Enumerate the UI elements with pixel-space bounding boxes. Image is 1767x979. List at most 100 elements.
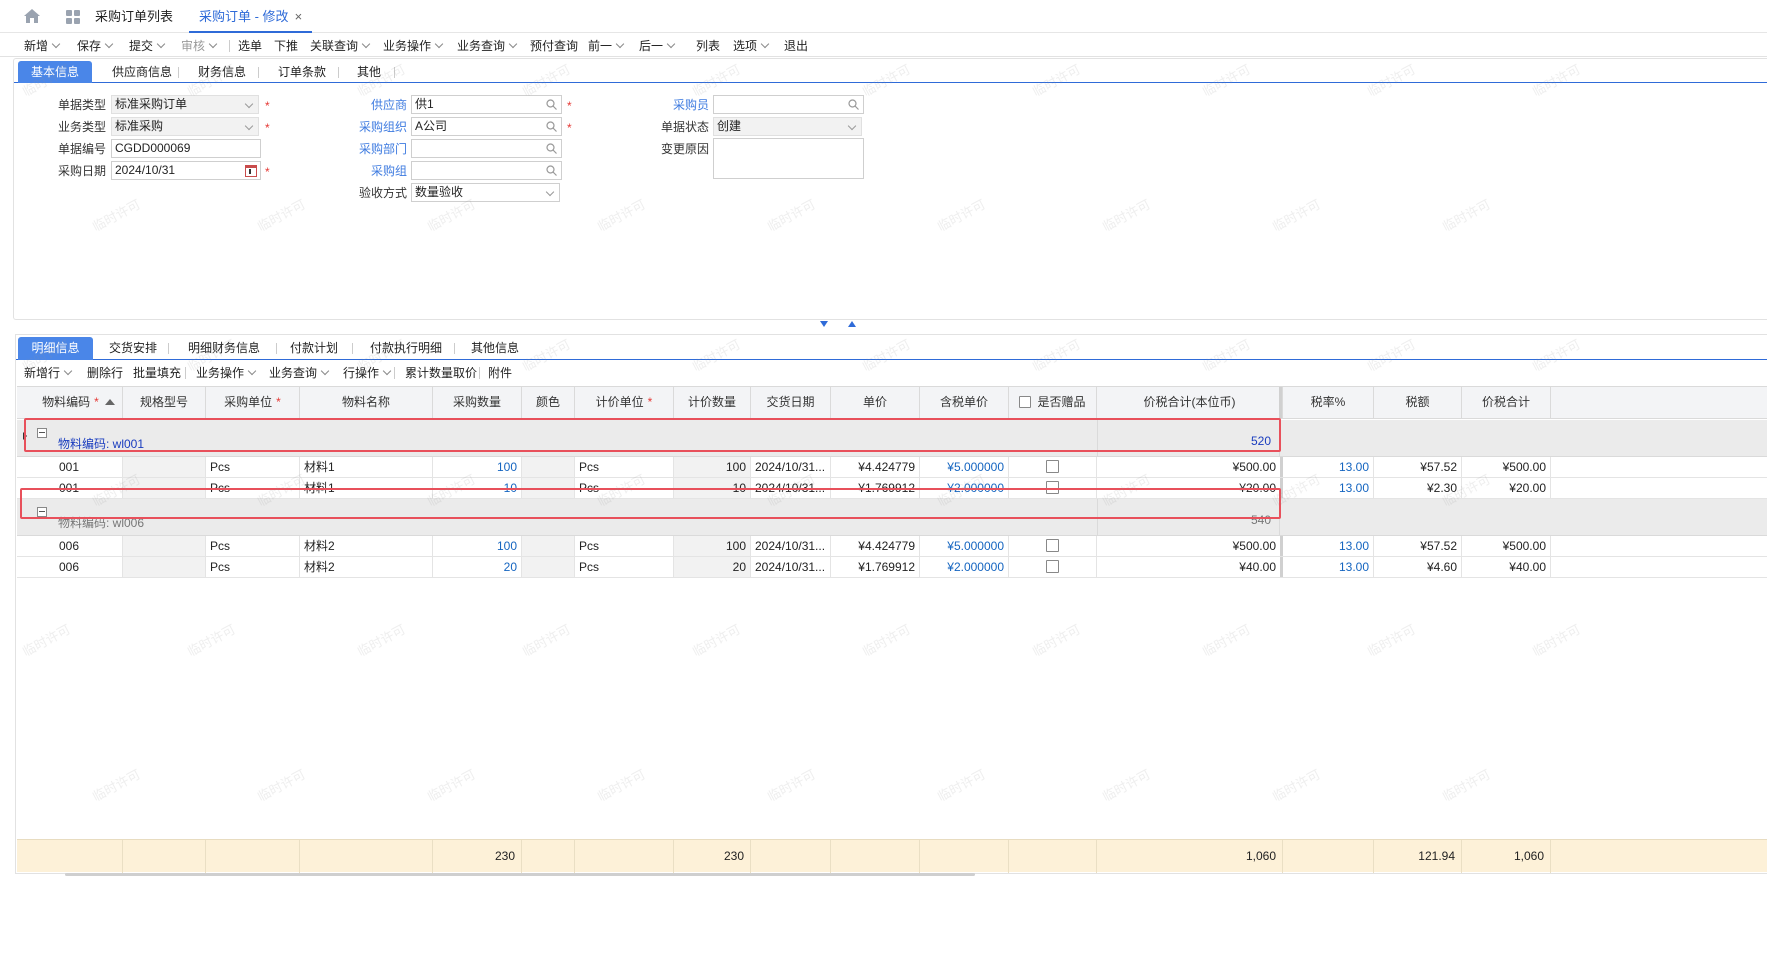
detail-toolbar-button-0[interactable]: 新增行 [24,365,73,381]
cell-qty[interactable]: 100 [433,536,522,556]
cell-total_local[interactable]: ¥500.00 [1097,457,1283,477]
toolbar-button-6[interactable]: 关联查询 [310,37,371,55]
cell-tax[interactable]: ¥2.30 [1374,478,1462,498]
column-header-4[interactable]: 采购数量 [433,387,522,418]
column-header-14[interactable]: 税额 [1374,387,1462,418]
purchase-dept-label[interactable]: 采购部门 [349,140,407,158]
cell-qty[interactable]: 100 [433,457,522,477]
tab-order-edit[interactable]: 采购订单 - 修改 × [189,0,313,33]
cell-total[interactable]: ¥20.00 [1462,478,1551,498]
detail-tab-4[interactable]: 付款执行明细 [360,337,452,360]
buyer-label[interactable]: 采购员 [654,96,709,114]
cell-tax_rate[interactable]: 13.00 [1283,536,1374,556]
detail-tab-5[interactable]: 其他信息 [460,337,530,360]
cell-tax_price[interactable]: ¥5.000000 [920,536,1009,556]
cell-qty[interactable]: 20 [433,557,522,577]
cell-price_unit[interactable]: Pcs [575,457,674,477]
horizontal-scrollbar[interactable] [65,873,975,876]
cell-spec[interactable] [123,536,206,556]
search-icon[interactable] [546,121,557,132]
cell-total_local[interactable]: ¥40.00 [1097,557,1283,577]
cell-unit[interactable]: Pcs [206,557,300,577]
cell-price_qty[interactable]: 20 [674,557,751,577]
search-icon[interactable] [546,143,557,154]
purchase-date-input[interactable]: 2024/10/31 [111,161,261,180]
column-header-6[interactable]: 计价单位 * [575,387,674,418]
accept-method-select[interactable]: 数量验收 [411,183,560,202]
apps-grid-icon[interactable] [66,10,80,24]
toolbar-button-11[interactable]: 后一 [639,37,676,55]
detail-toolbar-button-1[interactable]: 删除行 [87,365,123,381]
cell-tax_price[interactable]: ¥5.000000 [920,457,1009,477]
cell-date[interactable]: 2024/10/31... [751,557,831,577]
purchase-dept-input[interactable] [411,139,562,158]
cell-color[interactable] [522,557,575,577]
detail-toolbar-button-6[interactable]: 累计数量取价 [405,365,477,381]
toolbar-button-0[interactable]: 新增 [24,37,61,55]
cell-name[interactable]: 材料2 [300,536,433,556]
gift-checkbox[interactable] [1046,460,1059,473]
column-header-13[interactable]: 税率% [1283,387,1374,418]
cell-total[interactable]: ¥500.00 [1462,536,1551,556]
cell-total[interactable]: ¥500.00 [1462,457,1551,477]
header-tab-1[interactable]: 供应商信息 [106,61,178,83]
column-header-7[interactable]: 计价数量 [674,387,751,418]
header-tab-0[interactable]: 基本信息 [18,61,92,83]
table-row[interactable]: 006 Pcs 材料2 20 Pcs 20 2024/10/31... ¥1.769912 ¥2… [17,557,1767,578]
detail-toolbar-button-3[interactable]: 业务操作 [196,365,257,381]
cell-price_qty[interactable]: 100 [674,536,751,556]
detail-tab-2[interactable]: 明细财务信息 [174,337,274,360]
toolbar-button-8[interactable]: 业务查询 [457,37,518,55]
header-tab-3[interactable]: 订单条款 [266,61,338,83]
cell-tax[interactable]: ¥4.60 [1374,557,1462,577]
cell-total_local[interactable]: ¥500.00 [1097,536,1283,556]
toolbar-button-7[interactable]: 业务操作 [383,37,444,55]
toolbar-button-2[interactable]: 提交 [129,37,166,55]
detail-toolbar-button-4[interactable]: 业务查询 [269,365,330,381]
purchase-org-label[interactable]: 采购组织 [349,118,407,136]
cell-date[interactable]: 2024/10/31... [751,457,831,477]
buyer-input[interactable] [713,95,864,114]
cell-tax[interactable]: ¥57.52 [1374,536,1462,556]
cell-code[interactable]: 001 [55,457,123,477]
detail-tab-1[interactable]: 交货安排 [100,337,166,360]
table-row[interactable]: 006 Pcs 材料2 100 Pcs 100 2024/10/31... ¥4.424779… [17,536,1767,557]
search-icon[interactable] [848,99,859,110]
cell-code[interactable]: 006 [55,557,123,577]
cell-unit[interactable]: Pcs [206,536,300,556]
biz-type-select[interactable]: 标准采购 [111,117,259,136]
purchase-group-input[interactable] [411,161,562,180]
cell-unit[interactable]: Pcs [206,457,300,477]
checkbox-icon[interactable] [1019,396,1032,408]
toolbar-button-1[interactable]: 保存 [77,37,114,55]
cell-tax_rate[interactable]: 13.00 [1283,478,1374,498]
detail-tab-0[interactable]: 明细信息 [18,337,93,360]
column-header-2[interactable]: 采购单位 * [206,387,300,418]
toolbar-button-10[interactable]: 前一 [588,37,625,55]
purchase-org-input[interactable]: A公司 [411,117,562,136]
sort-ascending-icon[interactable] [104,399,115,405]
toolbar-button-13[interactable]: 选项 [733,37,770,55]
doc-no-input[interactable]: CGDD000069 [111,139,261,158]
supplier-input[interactable]: 供1 [411,95,562,114]
toolbar-button-12[interactable]: 列表 [696,37,720,55]
cell-name[interactable]: 材料2 [300,557,433,577]
detail-tab-3[interactable]: 付款计划 [278,337,350,360]
cell-date[interactable]: 2024/10/31... [751,536,831,556]
cell-name[interactable]: 材料1 [300,457,433,477]
cell-color[interactable] [522,536,575,556]
table-row[interactable]: 001 Pcs 材料1 100 Pcs 100 2024/10/31... ¥4.424779… [17,457,1767,478]
cell-total[interactable]: ¥40.00 [1462,557,1551,577]
cell-price[interactable]: ¥4.424779 [831,457,920,477]
detail-toolbar-button-2[interactable]: 批量填充 [133,365,181,381]
toolbar-button-14[interactable]: 退出 [784,37,808,55]
header-tab-2[interactable]: 财务信息 [186,61,258,83]
column-header-0[interactable]: 物料编码 * [35,387,123,418]
calendar-icon[interactable] [245,165,257,177]
cell-price_qty[interactable]: 100 [674,457,751,477]
column-header-8[interactable]: 交货日期 [751,387,831,418]
cell-price_unit[interactable]: Pcs [575,536,674,556]
column-header-9[interactable]: 单价 [831,387,920,418]
toolbar-button-4[interactable]: 选单 [238,37,262,55]
cell-price[interactable]: ¥4.424779 [831,536,920,556]
